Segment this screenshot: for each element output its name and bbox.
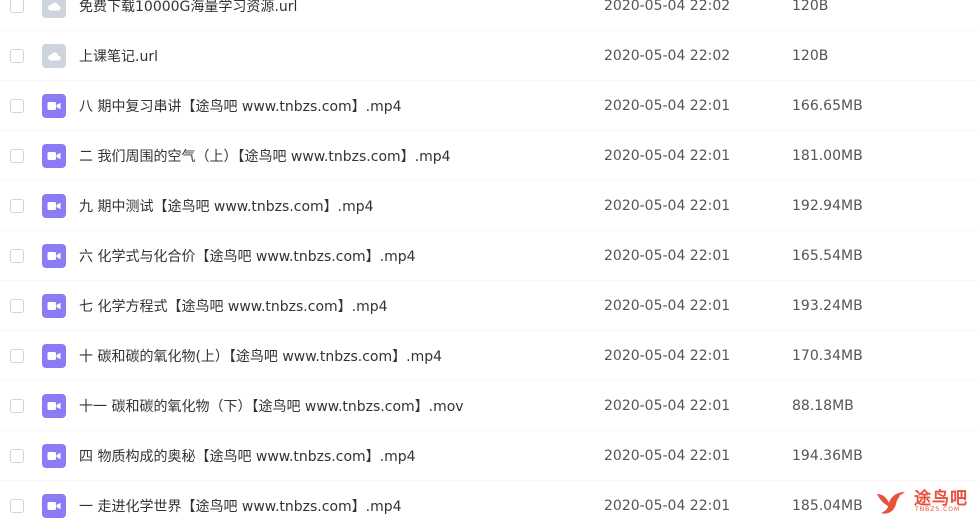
file-date: 2020-05-04 22:01	[604, 197, 731, 214]
row-checkbox[interactable]	[10, 98, 24, 113]
file-name[interactable]: 一 走进化学世界【途鸟吧 www.tnbzs.com】.mp4	[79, 496, 402, 516]
file-size: 194.36MB	[792, 447, 863, 464]
file-size: 193.24MB	[792, 297, 863, 314]
file-date: 2020-05-04 22:01	[604, 297, 731, 314]
cloud-link-icon	[42, 43, 66, 68]
file-size: 120B	[792, 0, 829, 14]
file-row[interactable]: 九 期中测试【途鸟吧 www.tnbzs.com】.mp4 2020-05-04…	[0, 181, 978, 231]
video-camera-icon	[42, 393, 66, 418]
row-checkbox[interactable]	[10, 248, 24, 263]
video-camera-icon	[42, 493, 66, 518]
file-size: 181.00MB	[792, 147, 863, 164]
video-camera-icon	[42, 143, 66, 168]
row-checkbox[interactable]	[10, 48, 24, 63]
file-size: 165.54MB	[792, 247, 863, 264]
bird-logo-icon	[877, 492, 905, 514]
file-size: 88.18MB	[792, 397, 854, 414]
file-date: 2020-05-04 22:01	[604, 397, 731, 414]
file-name[interactable]: 十 碳和碳的氧化物(上）【途鸟吧 www.tnbzs.com】.mp4	[79, 346, 442, 366]
row-checkbox[interactable]	[10, 348, 24, 363]
file-date: 2020-05-04 22:01	[604, 147, 731, 164]
file-row[interactable]: 一 走进化学世界【途鸟吧 www.tnbzs.com】.mp4 2020-05-…	[0, 481, 978, 524]
video-camera-icon	[42, 293, 66, 318]
file-name[interactable]: 七 化学方程式【途鸟吧 www.tnbzs.com】.mp4	[79, 296, 388, 316]
video-camera-icon	[42, 443, 66, 468]
file-date: 2020-05-04 22:01	[604, 447, 731, 464]
file-name[interactable]: 上课笔记.url	[79, 46, 158, 66]
file-size: 185.04MB	[792, 497, 863, 514]
file-size: 166.65MB	[792, 97, 863, 114]
file-date: 2020-05-04 22:01	[604, 247, 731, 264]
file-name[interactable]: 九 期中测试【途鸟吧 www.tnbzs.com】.mp4	[79, 196, 374, 216]
video-camera-icon	[42, 343, 66, 368]
file-row[interactable]: 四 物质构成的奥秘【途鸟吧 www.tnbzs.com】.mp4 2020-05…	[0, 431, 978, 481]
watermark-subtext: TNBZS.COM	[915, 506, 961, 513]
file-row[interactable]: 十 碳和碳的氧化物(上）【途鸟吧 www.tnbzs.com】.mp4 2020…	[0, 331, 978, 381]
cloud-link-icon	[42, 0, 66, 18]
file-name[interactable]: 免费下载10000G海量学习资源.url	[79, 0, 297, 16]
watermark: 途鸟吧 TNBZS.COM	[874, 482, 972, 520]
video-camera-icon	[42, 193, 66, 218]
file-list: 免费下载10000G海量学习资源.url 2020-05-04 22:02 12…	[0, 0, 978, 524]
file-date: 2020-05-04 22:02	[604, 47, 731, 64]
file-row[interactable]: 六 化学式与化合价【途鸟吧 www.tnbzs.com】.mp4 2020-05…	[0, 231, 978, 281]
file-row[interactable]: 二 我们周围的空气（上）【途鸟吧 www.tnbzs.com】.mp4 2020…	[0, 131, 978, 181]
file-name[interactable]: 十一 碳和碳的氧化物（下）【途鸟吧 www.tnbzs.com】.mov	[79, 396, 464, 416]
file-name[interactable]: 六 化学式与化合价【途鸟吧 www.tnbzs.com】.mp4	[79, 246, 416, 266]
file-size: 170.34MB	[792, 347, 863, 364]
file-date: 2020-05-04 22:01	[604, 97, 731, 114]
file-date: 2020-05-04 22:01	[604, 347, 731, 364]
video-camera-icon	[42, 93, 66, 118]
row-checkbox[interactable]	[10, 148, 24, 163]
file-row[interactable]: 免费下载10000G海量学习资源.url 2020-05-04 22:02 12…	[0, 0, 978, 31]
file-date: 2020-05-04 22:02	[604, 0, 731, 14]
video-camera-icon	[42, 243, 66, 268]
file-size: 120B	[792, 47, 829, 64]
file-row[interactable]: 上课笔记.url 2020-05-04 22:02 120B	[0, 31, 978, 81]
file-name[interactable]: 二 我们周围的空气（上）【途鸟吧 www.tnbzs.com】.mp4	[79, 146, 451, 166]
file-row[interactable]: 十一 碳和碳的氧化物（下）【途鸟吧 www.tnbzs.com】.mov 202…	[0, 381, 978, 431]
row-checkbox[interactable]	[10, 498, 24, 513]
row-checkbox[interactable]	[10, 0, 24, 13]
file-row[interactable]: 八 期中复习串讲【途鸟吧 www.tnbzs.com】.mp4 2020-05-…	[0, 81, 978, 131]
row-checkbox[interactable]	[10, 198, 24, 213]
row-checkbox[interactable]	[10, 448, 24, 463]
file-date: 2020-05-04 22:01	[604, 497, 731, 514]
file-size: 192.94MB	[792, 197, 863, 214]
file-row[interactable]: 七 化学方程式【途鸟吧 www.tnbzs.com】.mp4 2020-05-0…	[0, 281, 978, 331]
row-checkbox[interactable]	[10, 398, 24, 413]
file-name[interactable]: 四 物质构成的奥秘【途鸟吧 www.tnbzs.com】.mp4	[79, 446, 416, 466]
file-name[interactable]: 八 期中复习串讲【途鸟吧 www.tnbzs.com】.mp4	[79, 96, 402, 116]
row-checkbox[interactable]	[10, 298, 24, 313]
